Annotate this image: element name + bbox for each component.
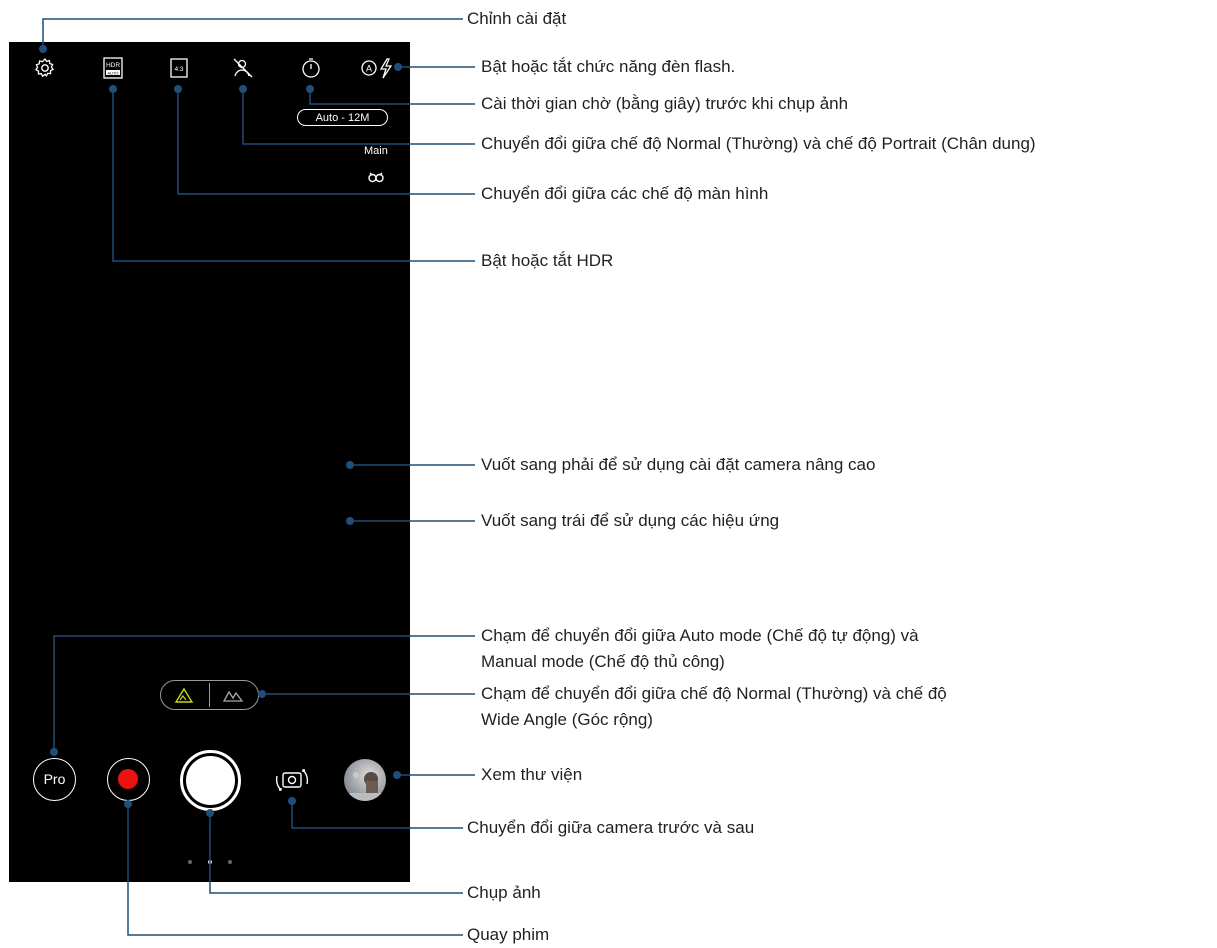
lens-toggle[interactable]: [160, 680, 259, 710]
gallery-thumbnail[interactable]: [344, 759, 386, 801]
svg-text:AUTO: AUTO: [107, 70, 118, 75]
svg-text:HDR: HDR: [106, 62, 120, 69]
record-video-button[interactable]: [107, 758, 150, 801]
svg-text:4:3: 4:3: [174, 66, 183, 73]
page-dot-active: [208, 860, 212, 864]
callout-wide-angle-2: Wide Angle (Góc rộng): [481, 710, 653, 729]
normal-lens-icon[interactable]: [174, 686, 194, 704]
switch-camera-icon[interactable]: [270, 763, 314, 797]
shutter-inner: [186, 756, 235, 805]
lens-divider: [209, 683, 210, 707]
page-indicator: [188, 860, 233, 866]
aspect-ratio-icon[interactable]: 4:3: [167, 56, 191, 80]
callout-swipe-left: Vuốt sang trái để sử dụng các hiệu ứng: [481, 511, 780, 530]
record-dot: [118, 769, 138, 789]
timer-icon[interactable]: [299, 56, 323, 80]
callout-wide-angle-1: Chạm để chuyển đổi giữa chế độ Normal (T…: [481, 684, 947, 703]
callout-settings: Chỉnh cài đặt: [467, 9, 567, 28]
portrait-mode-icon[interactable]: [231, 56, 255, 80]
callout-auto-manual-2: Manual mode (Chế độ thủ công): [481, 652, 725, 671]
flash-auto-icon[interactable]: A: [360, 56, 396, 80]
callout-swipe-right: Vuốt sang phải để sử dụng cài đặt camera…: [481, 455, 876, 474]
page-dot: [228, 860, 232, 864]
scene-detect-icon: [367, 168, 385, 186]
settings-gear-icon[interactable]: [33, 56, 57, 80]
pro-mode-button[interactable]: Pro: [33, 758, 76, 801]
callout-record-video: Quay phim: [467, 925, 550, 944]
callout-screen-mode: Chuyển đổi giữa các chế độ màn hình: [481, 184, 769, 203]
svg-text:A: A: [366, 64, 372, 74]
callout-timer: Cài thời gian chờ (bằng giây) trước khi …: [481, 94, 849, 113]
callout-portrait: Chuyển đổi giữa chế độ Normal (Thường) v…: [481, 134, 1036, 153]
callout-auto-manual-1: Chạm để chuyển đổi giữa Auto mode (Chế đ…: [481, 626, 919, 645]
callout-switch-camera: Chuyển đổi giữa camera trước và sau: [467, 818, 755, 837]
page-dot: [188, 860, 192, 864]
hdr-auto-icon[interactable]: HDR AUTO: [101, 56, 125, 80]
wide-angle-icon[interactable]: [222, 686, 244, 704]
shutter-button[interactable]: [180, 750, 241, 811]
callout-hdr: Bật hoặc tắt HDR: [481, 251, 614, 270]
callout-take-photo: Chụp ảnh: [467, 883, 541, 902]
callout-gallery: Xem thư viện: [481, 765, 583, 784]
resolution-badge[interactable]: Auto - 12M: [297, 109, 388, 126]
lens-label: Main: [364, 145, 388, 157]
callout-flash: Bật hoặc tắt chức năng đèn flash.: [481, 57, 736, 76]
